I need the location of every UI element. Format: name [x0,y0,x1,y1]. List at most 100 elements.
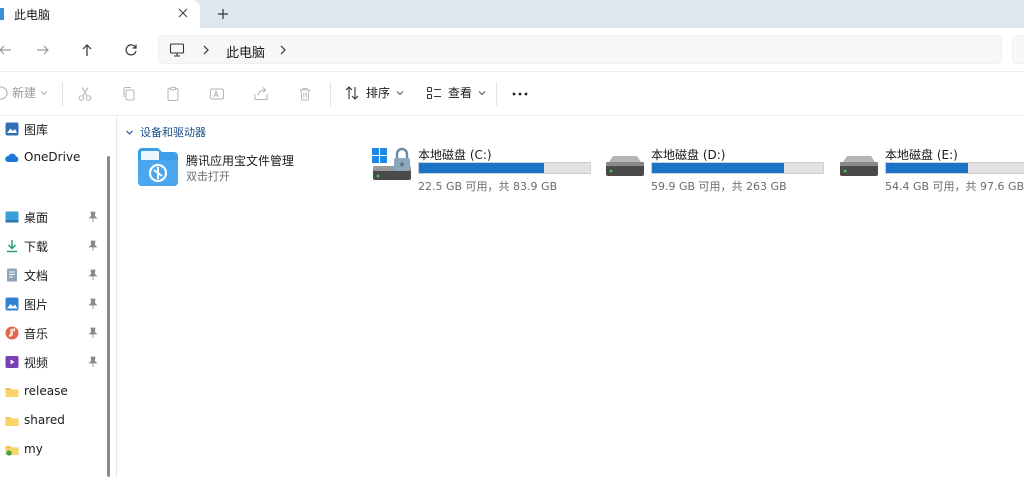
copy-icon [123,87,135,101]
pictures-icon [5,297,19,311]
sidebar-item-label: 视频 [24,356,49,370]
sidebar-item-desktop[interactable]: 桌面 [0,205,104,229]
gallery-icon [5,122,19,136]
forward-button[interactable] [30,37,56,63]
folder-tab-icon [0,8,4,20]
up-button[interactable] [74,37,100,63]
share-button[interactable] [251,84,271,104]
sidebar-item-videos[interactable]: 视频 [0,350,104,374]
close-tab-button[interactable] [172,2,194,24]
paste-button[interactable] [163,84,183,104]
drive-size-text: 54.4 GB 可用，共 97.6 GB [885,180,1024,193]
trash-icon [299,88,311,101]
drive-d[interactable]: 本地磁盘 (D:) 59.9 GB 可用，共 263 GB [603,144,833,193]
sort-button-label: 排序 [366,86,391,100]
pin-icon[interactable] [88,327,98,339]
sort-button[interactable]: 排序 [344,84,404,101]
toolbar-divider [496,82,497,106]
drive-size-text: 22.5 GB 可用，共 83.9 GB [418,180,558,193]
rename-icon [210,88,224,100]
navigation-pane: 图库 OneDrive 桌面 下载 文档 图片 音乐 视频 release sh… [0,116,110,477]
folder-icon [5,417,19,426]
hard-drive-icon [606,156,644,176]
folder-icon [5,446,19,456]
sidebar-item-release[interactable]: release [0,380,104,404]
view-button[interactable]: 查看 [426,84,486,101]
tab-this-pc[interactable]: 此电脑 [0,0,200,28]
sidebar-item-label: 图片 [24,298,49,312]
tab-strip: 此电脑 [0,0,1024,28]
chevron-down-icon [396,90,404,95]
drive-usage-bar [885,162,1024,174]
more-options-button[interactable] [508,84,532,104]
pin-icon[interactable] [88,298,98,310]
refresh-icon [125,44,137,56]
computer-icon [169,43,185,57]
view-button-label: 查看 [448,86,473,100]
group-header-devices[interactable]: 设备和驱动器 [125,124,206,140]
new-button[interactable]: 新建 [0,84,48,101]
drive-usage-bar [651,162,824,174]
drive-usage-fill [419,163,545,173]
sidebar-item-documents[interactable]: 文档 [0,263,104,287]
drive-label: 本地磁盘 (C:) [418,148,492,162]
sidebar-item-label: OneDrive [24,150,81,164]
more-horizontal-icon [512,92,528,96]
sidebar-item-music[interactable]: 音乐 [0,321,104,345]
drive-c[interactable]: 本地磁盘 (C:) 22.5 GB 可用，共 83.9 GB [370,144,600,193]
drive-e[interactable]: 本地磁盘 (E:) 54.4 GB 可用，共 97.6 GB [837,144,1024,193]
sidebar-item-label: 文档 [24,269,49,283]
drive-label: 本地磁盘 (E:) [885,148,958,162]
app-name: 腾讯应用宝文件管理 [186,154,295,168]
cut-button[interactable] [75,84,95,104]
breadcrumb-this-pc[interactable]: 此电脑 [226,42,265,61]
app-subtitle: 双击打开 [186,170,230,183]
back-button[interactable] [0,37,18,63]
command-bar: 新建 排序 查看 [0,72,1024,116]
chevron-right-icon[interactable] [201,43,211,57]
pin-icon[interactable] [88,269,98,281]
delete-button[interactable] [295,84,315,104]
search-box[interactable] [1012,35,1024,64]
content-pane: 设备和驱动器 腾讯应用宝文件管理 双击打开 本地磁盘 (C:) 22.5 GB … [117,116,1024,477]
new-tab-button[interactable] [210,2,236,26]
new-button-label: 新建 [12,86,37,100]
sidebar-item-gallery[interactable]: 图库 [0,117,104,141]
sidebar-item-shared[interactable]: shared [0,409,104,433]
drive-usage-bar [418,162,591,174]
sidebar-item-onedrive[interactable]: OneDrive [0,146,104,170]
hard-drive-icon [840,156,878,176]
sidebar-item-label: 图库 [24,123,49,137]
video-icon [5,356,19,368]
sort-icon [345,85,359,100]
sidebar-item-label: my [24,442,43,456]
rename-button[interactable] [207,84,227,104]
arrow-left-icon [0,45,11,55]
document-icon [7,268,17,282]
sidebar-item-label: 下载 [24,240,49,254]
toolbar-divider [62,82,63,106]
onedrive-cloud-icon [5,153,19,162]
chevron-right-icon[interactable] [278,43,288,57]
music-icon [5,326,19,340]
copy-button[interactable] [119,84,139,104]
view-list-icon [427,86,441,99]
pin-icon[interactable] [88,356,98,368]
system-drive-icon [372,147,411,180]
arrow-right-icon [37,45,49,55]
pin-icon[interactable] [88,240,98,252]
drive-usage-fill [886,163,968,173]
address-bar[interactable]: 此电脑 [158,35,1002,64]
arrow-up-icon [82,44,92,56]
pin-icon[interactable] [88,211,98,223]
sidebar-item-my[interactable]: my [0,438,104,462]
sidebar-item-pictures[interactable]: 图片 [0,292,104,316]
chevron-down-icon [478,90,486,95]
sidebar-item-downloads[interactable]: 下载 [0,234,104,258]
refresh-button[interactable] [118,37,144,63]
tencent-app-store-icon [138,148,178,186]
folder-icon [5,388,19,397]
sidebar-scrollbar[interactable] [107,156,110,477]
chevron-down-icon [40,90,48,95]
app-tencent-file-manager[interactable]: 腾讯应用宝文件管理 双击打开 [136,144,356,192]
